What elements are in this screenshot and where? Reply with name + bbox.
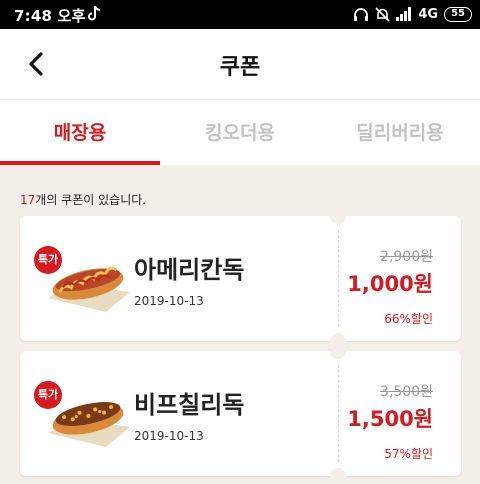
coupon-card[interactable]: 특가 아메리칸독 2019-10-13 2,900원 1,000원 66%할인 (20, 208, 461, 349)
coupon-count-number: 17 (20, 193, 36, 207)
status-bar: 7:48 오후 4G 55 (0, 0, 480, 29)
tab-bar: 매장용 킹오더용 딜리버리용 (0, 99, 480, 165)
discount-rate: 57%할인 (384, 447, 433, 461)
mute-bell-icon (375, 6, 390, 22)
discount-rate: 66%할인 (384, 312, 433, 326)
coupon-name: 아메리칸독 (134, 256, 245, 284)
sale-price: 1,500원 (347, 407, 433, 431)
tab-store[interactable]: 매장용 (0, 100, 160, 166)
coupon-date: 2019-10-13 (134, 294, 204, 308)
tiktok-icon (88, 5, 101, 21)
headphones-icon (354, 7, 369, 21)
coupon-count: 17개의 쿠폰이 있습니다. (20, 191, 146, 208)
original-price: 2,900원 (380, 249, 433, 265)
app-header: 쿠폰 (0, 29, 480, 99)
tab-king-order[interactable]: 킹오더용 (160, 100, 320, 166)
status-time: 7:48 오후 (14, 7, 86, 25)
special-price-badge: 특가 (34, 246, 62, 274)
original-price: 3,500원 (380, 384, 433, 400)
network-type: 4G (418, 6, 439, 22)
battery-indicator: 55 (444, 6, 472, 22)
coupon-count-text: 개의 쿠폰이 있습니다. (35, 193, 147, 207)
coupon-divider (338, 230, 339, 327)
coupon-card[interactable]: 특가 비프칠리독 2019-10-13 3,500원 1,500원 57%할인 (20, 343, 461, 484)
coupon-name: 비프칠리독 (134, 391, 245, 419)
signal-icon (396, 7, 412, 21)
tab-active-indicator (0, 161, 160, 165)
tab-delivery[interactable]: 딜리버리용 (320, 100, 480, 166)
coupon-divider (338, 365, 339, 462)
special-price-badge: 특가 (34, 381, 62, 409)
page-title: 쿠폰 (219, 55, 261, 80)
sale-price: 1,000원 (347, 272, 433, 296)
coupon-date: 2019-10-13 (134, 429, 204, 443)
